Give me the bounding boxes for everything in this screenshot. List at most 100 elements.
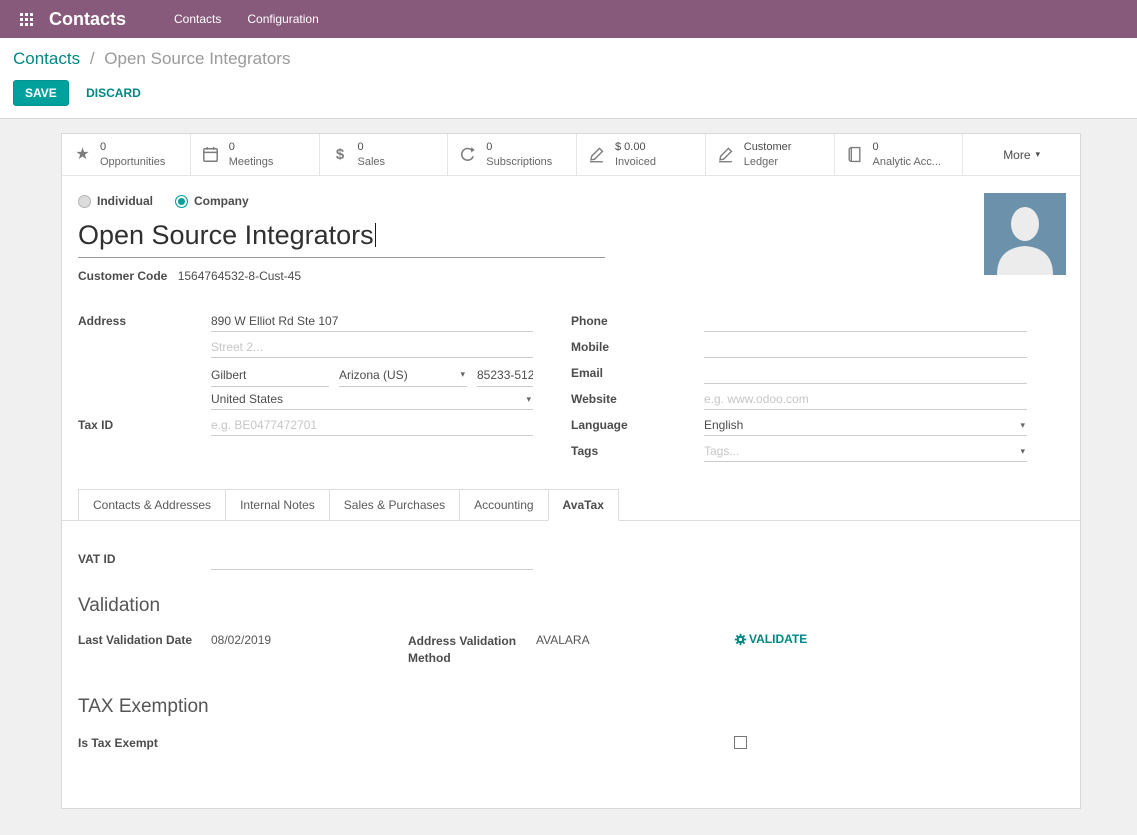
- website-label: Website: [571, 387, 704, 413]
- street-input[interactable]: [211, 309, 533, 332]
- stat-label: Opportunities: [100, 155, 165, 169]
- validation-section-title: Validation: [78, 595, 1064, 617]
- stat-label: Meetings: [229, 155, 274, 169]
- apps-menu-button[interactable]: [16, 9, 37, 30]
- validate-button[interactable]: VALIDATE: [734, 632, 807, 646]
- caret-down-icon: ▾: [1020, 446, 1025, 457]
- breadcrumb-separator: /: [90, 49, 95, 68]
- menu-configuration[interactable]: Configuration: [247, 12, 318, 26]
- stat-text: 0 Sales: [358, 140, 386, 169]
- refresh-icon: [459, 146, 478, 163]
- radio-circle-unchecked: [78, 195, 91, 208]
- tags-label: Tags: [571, 439, 704, 465]
- avatax-tab-panel: VAT ID Validation Last Validation Date 0…: [62, 521, 1080, 808]
- country-select[interactable]: United States ▾: [211, 387, 533, 410]
- phone-input[interactable]: [704, 309, 1027, 332]
- breadcrumb-current: Open Source Integrators: [104, 49, 290, 68]
- last-validation-date-label: Last Validation Date: [78, 633, 211, 647]
- company-type-radios: Individual Company: [78, 194, 1064, 208]
- stat-label: Invoiced: [615, 155, 656, 169]
- customer-code-value: 1564764532-8-Cust-45: [178, 269, 301, 283]
- stat-text: Customer Ledger: [744, 140, 792, 169]
- language-label: Language: [571, 413, 704, 439]
- control-panel: Contacts / Open Source Integrators SAVE …: [0, 38, 1137, 119]
- app-title[interactable]: Contacts: [49, 9, 126, 30]
- tags-placeholder: Tags...: [704, 444, 739, 458]
- star-icon: ★: [73, 147, 92, 163]
- address-validation-method-label: Address Validation Method: [408, 633, 536, 668]
- stat-text: $ 0.00 Invoiced: [615, 140, 656, 169]
- main-area: ★ 0 Opportunities 0 Meeting: [0, 119, 1137, 835]
- more-button[interactable]: More ▾: [963, 134, 1080, 175]
- city-input[interactable]: [211, 361, 329, 387]
- mobile-label: Mobile: [571, 335, 704, 361]
- breadcrumb-parent-link[interactable]: Contacts: [13, 49, 80, 68]
- vat-id-label: VAT ID: [78, 547, 211, 573]
- state-value: Arizona (US): [339, 368, 408, 382]
- stat-text: 0 Analytic Acc...: [873, 140, 941, 169]
- gear-icon: [734, 633, 747, 646]
- company-label: Company: [194, 194, 249, 208]
- form-body: Individual Company Open Source Integrato…: [62, 176, 1080, 465]
- state-select[interactable]: Arizona (US) ▾: [339, 361, 467, 387]
- email-input[interactable]: [704, 361, 1027, 384]
- website-input[interactable]: [704, 387, 1027, 410]
- save-button[interactable]: SAVE: [13, 80, 69, 106]
- record-name: Open Source Integrators: [78, 220, 374, 250]
- stat-label: Analytic Acc...: [873, 155, 941, 169]
- stat-value: $ 0.00: [615, 140, 656, 154]
- field-columns: Address: [78, 309, 1064, 465]
- zip-input[interactable]: [477, 361, 533, 387]
- validate-label: VALIDATE: [749, 632, 807, 646]
- calendar-icon: [202, 146, 221, 163]
- vat-id-input[interactable]: [211, 547, 533, 570]
- stat-sales-button[interactable]: $ 0 Sales: [320, 134, 449, 175]
- validation-row: Last Validation Date 08/02/2019 Address …: [78, 633, 1064, 668]
- stat-value: 0: [229, 140, 274, 154]
- contact-avatar[interactable]: [984, 193, 1066, 275]
- mobile-input[interactable]: [704, 335, 1027, 358]
- phone-label: Phone: [571, 309, 704, 335]
- radio-individual[interactable]: Individual: [78, 194, 153, 208]
- stat-customer-ledger-button[interactable]: Customer Ledger: [706, 134, 835, 175]
- field-label-spacer: [78, 335, 211, 361]
- tab-avatax[interactable]: AvaTax: [548, 489, 619, 521]
- tab-bar: Contacts & Addresses Internal Notes Sale…: [62, 489, 1080, 521]
- caret-down-icon: ▾: [1020, 420, 1025, 431]
- address-validation-method-value: AVALARA: [536, 633, 734, 647]
- tax-id-input[interactable]: [211, 413, 533, 436]
- right-column: Phone Mobile Email Website: [571, 309, 1027, 465]
- stat-invoiced-button[interactable]: $ 0.00 Invoiced: [577, 134, 706, 175]
- tax-id-label: Tax ID: [78, 413, 211, 439]
- breadcrumb: Contacts / Open Source Integrators: [13, 49, 1137, 69]
- radio-company[interactable]: Company: [175, 194, 249, 208]
- edit-icon: [717, 146, 736, 163]
- stat-meetings-button[interactable]: 0 Meetings: [191, 134, 320, 175]
- stat-opportunities-button[interactable]: ★ 0 Opportunities: [62, 134, 191, 175]
- language-select[interactable]: English ▾: [704, 413, 1027, 436]
- menu-contacts[interactable]: Contacts: [174, 12, 221, 26]
- stat-button-row: ★ 0 Opportunities 0 Meeting: [62, 134, 1080, 176]
- field-label-spacer: [78, 387, 211, 413]
- name-input[interactable]: Open Source Integrators: [78, 218, 605, 258]
- tab-sales-purchases[interactable]: Sales & Purchases: [329, 489, 460, 520]
- book-icon: [846, 146, 865, 163]
- is-tax-exempt-checkbox[interactable]: [734, 736, 747, 749]
- tab-internal-notes[interactable]: Internal Notes: [225, 489, 330, 520]
- tab-accounting[interactable]: Accounting: [459, 489, 548, 520]
- dollar-icon: $: [331, 147, 350, 162]
- email-label: Email: [571, 361, 704, 387]
- tags-select[interactable]: Tags... ▾: [704, 439, 1027, 462]
- street2-input[interactable]: [211, 335, 533, 358]
- customer-code-label: Customer Code: [78, 269, 167, 283]
- discard-button[interactable]: DISCARD: [86, 86, 141, 100]
- tab-contacts-addresses[interactable]: Contacts & Addresses: [78, 489, 226, 520]
- stat-text: 0 Opportunities: [100, 140, 165, 169]
- last-validation-date-value: 08/02/2019: [211, 633, 408, 647]
- control-panel-actions: SAVE DISCARD: [13, 80, 1137, 106]
- stat-subscriptions-button[interactable]: 0 Subscriptions: [448, 134, 577, 175]
- stat-text: 0 Subscriptions: [486, 140, 552, 169]
- top-navbar: Contacts Contacts Configuration: [0, 0, 1137, 38]
- stat-analytic-accounts-button[interactable]: 0 Analytic Acc...: [835, 134, 964, 175]
- more-label: More: [1003, 148, 1030, 162]
